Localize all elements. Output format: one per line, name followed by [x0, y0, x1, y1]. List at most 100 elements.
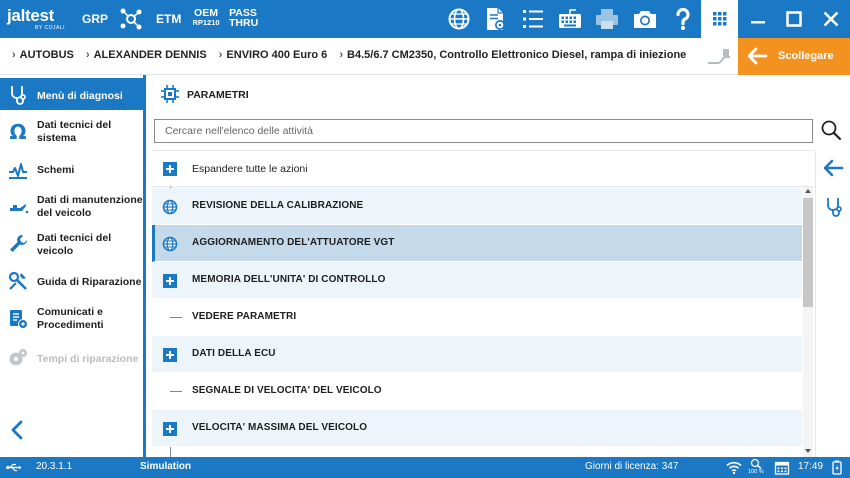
- status-bar: 20.3.1.1 Simulation Giorni di licenza: 3…: [0, 457, 850, 478]
- list-item-label: VEDERE PARAMETRI: [192, 311, 297, 322]
- sidebar-item-diagnosis-menu[interactable]: Menù di diagnosi: [0, 78, 143, 110]
- oem-rp1210-button[interactable]: OEM RP1210: [192, 8, 220, 28]
- list-item-label: DATI DELLA ECU: [192, 348, 276, 359]
- apps-grid-icon: [713, 12, 727, 26]
- sidebar-item-maintenance-data[interactable]: Dati di manutenzione del veicolo: [0, 188, 143, 226]
- sidebar-item-label: Dati di manutenzione del veicolo: [37, 194, 143, 219]
- plus-icon[interactable]: [163, 422, 177, 436]
- breadcrumb-item-category[interactable]: AUTOBUS: [20, 49, 74, 61]
- list-item-label: MEMORIA DELL'UNITA' DI CONTROLLO: [192, 274, 386, 285]
- sidebar-item-label: Guida di Riparazione: [37, 276, 142, 288]
- list-item-label: VELOCITA' MASSIMA DEL VEICOLO: [192, 422, 368, 433]
- list-item[interactable]: DATI DELLA ECU: [152, 336, 802, 373]
- jaltest-logo: jaltest BY COJALI: [7, 6, 69, 32]
- arrow-left-icon: [747, 47, 768, 65]
- page-title: PARAMETRI: [187, 89, 249, 101]
- sidebar-item-system-technical-data[interactable]: Ω Dati tecnici del sistema: [0, 113, 143, 149]
- document-gear-icon[interactable]: [482, 6, 508, 32]
- list-item[interactable]: REVISIONE DELLA CALIBRAZIONE: [152, 188, 802, 225]
- svg-text:Ω: Ω: [9, 121, 26, 143]
- repair-guide-icon: [7, 270, 29, 292]
- search-icon[interactable]: [820, 119, 842, 141]
- camera-icon[interactable]: [632, 6, 658, 32]
- grp-button[interactable]: GRP: [82, 12, 108, 26]
- breadcrumb-item-make[interactable]: ALEXANDER DENNIS: [94, 49, 207, 61]
- sidebar: Menù di diagnosi Ω Dati tecnici del sist…: [0, 75, 146, 457]
- wrench-icon: [7, 233, 29, 255]
- breadcrumb-item-model[interactable]: ENVIRO 400 Euro 6: [226, 49, 327, 61]
- scroll-up-arrow-icon[interactable]: [805, 189, 811, 193]
- pass-thru-button[interactable]: PASS THRU: [229, 8, 259, 29]
- disconnect-button[interactable]: Scollegare: [738, 38, 850, 75]
- list-item[interactable]: MEMORIA DELL'UNITA' DI CONTROLLO: [152, 262, 802, 299]
- sidebar-item-bulletins-procedures[interactable]: Comunicati e Procedimenti: [0, 301, 143, 339]
- list-item[interactable]: VEDERE PARAMETRI: [152, 299, 802, 336]
- brand-name: jaltest: [7, 6, 55, 25]
- tree-branch: [170, 391, 182, 392]
- plus-icon: [163, 162, 177, 176]
- list-item[interactable]: SEGNALE DI VELOCITA' DEL VEICOLO: [152, 373, 802, 410]
- thru-label: THRU: [229, 17, 259, 29]
- sidebar-item-vehicle-technical-data[interactable]: Dati tecnici del veicolo: [0, 226, 143, 264]
- usb-icon: [6, 463, 22, 472]
- arrow-left-icon[interactable]: [821, 157, 845, 179]
- sidebar-item-label: Tempi di riparazione: [37, 353, 139, 365]
- plus-icon[interactable]: [163, 348, 177, 362]
- list-item-selected[interactable]: AGGIORNAMENTO DEL'ATTUATORE VGT: [152, 225, 802, 262]
- globe-icon: [162, 236, 178, 252]
- sidebar-item-label: Dati tecnici del sistema: [37, 119, 112, 144]
- help-icon[interactable]: [670, 6, 696, 32]
- expand-all-label: Espandere tutte le azioni: [192, 163, 308, 175]
- brand-sub: BY COJALI: [35, 25, 65, 31]
- breadcrumb: › AUTOBUS › ALEXANDER DENNIS › ENVIRO 400 E…: [12, 49, 695, 61]
- right-rail: [815, 150, 850, 457]
- sidebar-item-label: Menù di diagnosi: [37, 90, 123, 102]
- minimize-icon[interactable]: [748, 9, 768, 29]
- network-icon[interactable]: [118, 6, 144, 32]
- list-item-label: SEGNALE DI VELOCITA' DEL VEICOLO: [192, 385, 382, 396]
- list-item[interactable]: VELOCITA' MASSIMA DEL VEICOLO: [152, 410, 802, 447]
- tree-branch: [170, 317, 182, 318]
- plus-icon[interactable]: [163, 274, 177, 288]
- sidebar-item-schematics[interactable]: Schemi: [0, 153, 143, 185]
- apps-grid-button[interactable]: [701, 0, 738, 38]
- top-bar: jaltest BY COJALI GRP ETM OEM RP1210 PAS…: [0, 0, 850, 38]
- etm-button[interactable]: ETM: [156, 12, 181, 26]
- diagnosis-icon[interactable]: [822, 196, 846, 218]
- battery-plug-icon: [832, 460, 842, 475]
- zoom-icon[interactable]: [750, 458, 762, 469]
- connection-cable-icon: [708, 49, 730, 64]
- scrollbar-thumb[interactable]: [803, 198, 813, 307]
- wifi-icon: [726, 461, 742, 475]
- sidebar-item-label: Dati tecnici del veicolo: [37, 232, 112, 257]
- oem-sub-label: RP1210: [192, 18, 220, 27]
- repair-time-icon: [7, 347, 29, 369]
- list-item-label: REVISIONE DELLA CALIBRAZIONE: [192, 200, 364, 211]
- list-icon[interactable]: [520, 6, 546, 32]
- chevron-left-icon[interactable]: [8, 418, 26, 442]
- breadcrumb-chevron-icon: ›: [12, 49, 16, 61]
- calendar-icon[interactable]: [774, 460, 790, 475]
- keyboard-icon[interactable]: [557, 6, 583, 32]
- diagnosis-icon: [7, 84, 29, 106]
- maximize-icon[interactable]: [784, 9, 804, 29]
- breadcrumb-chevron-icon: ›: [218, 49, 223, 61]
- expand-all-row[interactable]: Espandere tutte le azioni: [152, 151, 813, 187]
- sidebar-item-label: Comunicati e Procedimenti: [37, 306, 104, 331]
- globe-icon[interactable]: [446, 6, 472, 32]
- breadcrumb-item-system[interactable]: B4.5/6.7 CM2350, Controllo Elettronico D…: [347, 49, 686, 61]
- search-input[interactable]: [154, 119, 813, 143]
- sidebar-item-label: Schemi: [37, 164, 75, 176]
- omega-icon: Ω: [7, 120, 29, 144]
- zoom-level: 100 %: [748, 469, 764, 475]
- sidebar-item-repair-times: Tempi di riparazione: [0, 343, 143, 373]
- sidebar-item-repair-guide[interactable]: Guida di Riparazione: [0, 267, 143, 297]
- chip-icon: [161, 85, 179, 103]
- printer-icon[interactable]: [594, 6, 620, 32]
- breadcrumb-chevron-icon: ›: [339, 49, 344, 61]
- close-icon[interactable]: [821, 9, 841, 29]
- disconnect-label: Scollegare: [778, 50, 834, 62]
- version-label: 20.3.1.1: [36, 461, 73, 472]
- scroll-down-arrow-icon[interactable]: [805, 449, 811, 453]
- oem-label: OEM: [194, 7, 218, 19]
